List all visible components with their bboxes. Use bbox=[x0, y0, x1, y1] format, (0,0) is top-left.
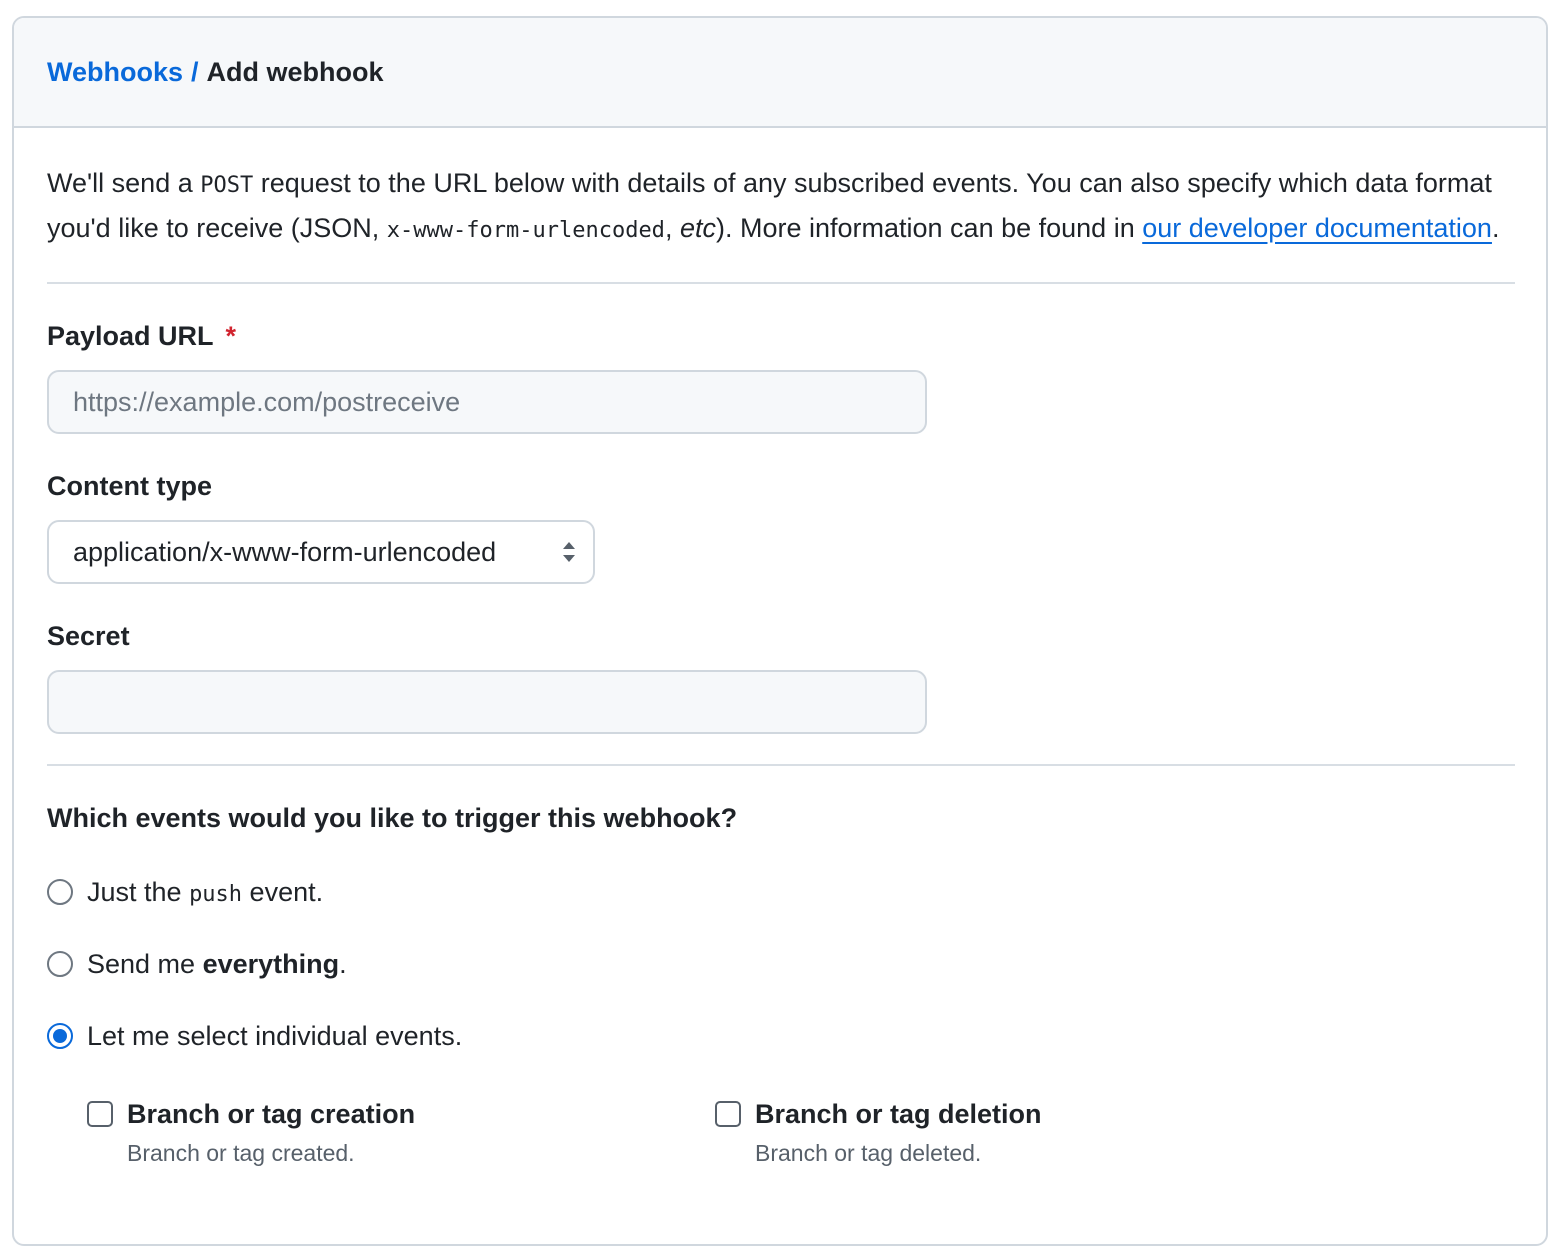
breadcrumb-separator: / bbox=[191, 56, 199, 87]
developer-docs-link[interactable]: our developer documentation bbox=[1142, 213, 1492, 243]
payload-url-label-row: Payload URL * bbox=[47, 320, 1514, 352]
radio-button[interactable] bbox=[47, 951, 73, 977]
radio-label-text: Send me bbox=[87, 948, 203, 979]
etc-text: etc bbox=[679, 213, 716, 243]
event-branch-tag-creation: Branch or tag creation Branch or tag cre… bbox=[87, 1094, 415, 1167]
breadcrumb: Webhooks / Add webhook bbox=[47, 57, 384, 88]
select-arrows-icon bbox=[563, 542, 575, 562]
checkbox[interactable] bbox=[715, 1101, 741, 1127]
section-divider bbox=[47, 282, 1515, 284]
post-code: POST bbox=[200, 173, 254, 198]
urlencoded-code: x-www-form-urlencoded bbox=[386, 218, 665, 243]
radio-label: Just the push event. bbox=[87, 877, 323, 908]
radio-send-everything[interactable]: Send me everything. bbox=[47, 944, 1514, 984]
intro-text-part: ). More information can be found in bbox=[715, 213, 1143, 243]
section-divider bbox=[47, 764, 1515, 766]
panel-header: Webhooks / Add webhook bbox=[14, 18, 1546, 128]
event-title: Branch or tag deletion bbox=[755, 1098, 1042, 1129]
payload-url-label: Payload URL bbox=[47, 320, 214, 351]
content-type-select[interactable]: application/x-www-form-urlencoded bbox=[47, 520, 595, 584]
radio-label-bold: everything bbox=[202, 948, 340, 979]
events-question: Which events would you like to trigger t… bbox=[47, 802, 738, 833]
intro-text: We'll send a POST request to the URL bel… bbox=[47, 162, 1517, 252]
radio-label-text: Just the bbox=[87, 876, 190, 907]
breadcrumb-webhooks-link[interactable]: Webhooks bbox=[47, 57, 183, 87]
event-checkbox-row[interactable]: Branch or tag creation bbox=[87, 1094, 415, 1134]
radio-button[interactable] bbox=[47, 879, 73, 905]
radio-label: Send me everything. bbox=[87, 949, 347, 980]
radio-label-text: event. bbox=[242, 876, 324, 907]
event-title: Branch or tag creation bbox=[127, 1098, 416, 1129]
event-description: Branch or tag deleted. bbox=[755, 1140, 982, 1166]
intro-text-part: , bbox=[664, 213, 680, 243]
secret-label: Secret bbox=[47, 620, 130, 651]
radio-button-checked[interactable] bbox=[47, 1023, 73, 1049]
checkbox[interactable] bbox=[87, 1101, 113, 1127]
event-description: Branch or tag created. bbox=[127, 1140, 355, 1166]
page-title: Add webhook bbox=[206, 56, 384, 87]
radio-label-text: . bbox=[339, 948, 347, 979]
form-body: We'll send a POST request to the URL bel… bbox=[14, 162, 1546, 1194]
radio-label: Let me select individual events. bbox=[87, 1020, 463, 1051]
secret-label-row: Secret bbox=[47, 620, 1514, 652]
content-type-label-row: Content type bbox=[47, 470, 1514, 502]
content-type-selected-value: application/x-www-form-urlencoded bbox=[73, 536, 497, 567]
individual-events-list: Branch or tag creation Branch or tag cre… bbox=[47, 1094, 1514, 1194]
add-webhook-panel: Webhooks / Add webhook We'll send a POST r… bbox=[12, 16, 1548, 1246]
intro-text-part: . bbox=[1491, 213, 1500, 243]
intro-text-part: We'll send a bbox=[47, 168, 201, 198]
payload-url-input[interactable] bbox=[47, 370, 927, 434]
radio-select-individual[interactable]: Let me select individual events. bbox=[47, 1016, 1514, 1056]
radio-just-push[interactable]: Just the push event. bbox=[47, 872, 1514, 912]
push-code: push bbox=[189, 881, 243, 907]
event-checkbox-row[interactable]: Branch or tag deletion bbox=[715, 1094, 1042, 1134]
content-type-label: Content type bbox=[47, 470, 212, 501]
required-asterisk: * bbox=[225, 320, 237, 351]
secret-input[interactable] bbox=[47, 670, 927, 734]
event-branch-tag-deletion: Branch or tag deletion Branch or tag del… bbox=[715, 1094, 1042, 1167]
